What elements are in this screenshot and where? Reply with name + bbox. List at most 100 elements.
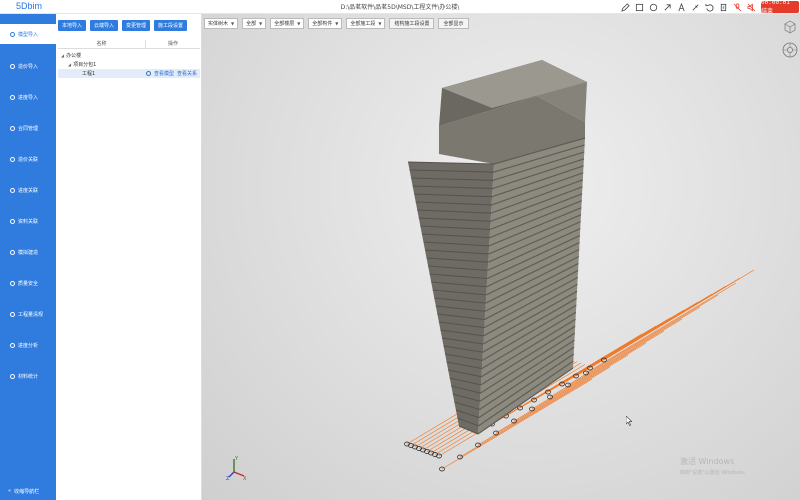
sidebar-item-schedule-link[interactable]: 进度关联 (0, 180, 56, 200)
tree-node-label: 项目分包1 (73, 62, 97, 68)
sidebar-item-label: 进度分析 (18, 342, 39, 349)
activation-watermark: 激活 Windows 转到"设置"以激活 Windows。 (680, 456, 800, 476)
watermark-title: 激活 Windows (680, 457, 735, 466)
expand-caret-icon[interactable]: ◢ (68, 62, 71, 67)
tree-node-label: 工程1 (82, 71, 96, 77)
dropdown-value: 全部构件 (312, 21, 333, 27)
floor-dropdown[interactable]: 全部楼层 ▼ (270, 18, 305, 29)
axis-label-z: Z (226, 476, 230, 480)
quantity-icon (10, 311, 15, 317)
tree-node-subcontract[interactable]: ◢ 项目分包1 (58, 60, 200, 69)
panel-toolbar: 本地导入 云端导入 变更管理 施工段设置 (58, 20, 188, 31)
session-timer-button[interactable]: 00:00:01 结束 (761, 0, 799, 15)
schedule-import-icon (10, 94, 15, 100)
pile-grid-line (603, 269, 755, 361)
view-relation-link[interactable]: 查看关系 (177, 70, 197, 77)
all-dropdown[interactable]: 全部 ▼ (242, 18, 267, 29)
watermark-subtitle: 转到"设置"以激活 Windows。 (680, 470, 749, 476)
circle-icon[interactable] (649, 3, 658, 12)
arrow-icon[interactable] (663, 3, 672, 12)
app-window: 5Dbim D:\品茗软件\品茗5D\MSD\工程文件\办公楼\ 00:00:0… (0, 0, 800, 500)
navigation-wheel-icon[interactable] (782, 42, 798, 58)
simulation-icon (10, 249, 15, 255)
sidebar-item-quantity[interactable]: 工程量清规 (0, 304, 56, 324)
quality-safety-icon (10, 280, 15, 286)
schedule-link-icon (10, 187, 15, 193)
sidebar-item-label: 造价导入 (18, 63, 39, 70)
dropdown-value: 实体树木 (208, 21, 229, 27)
mic-muted-icon[interactable] (733, 2, 742, 12)
mouse-cursor-icon (626, 416, 632, 426)
dropdown-value: 全部楼层 (274, 21, 295, 27)
clear-icon[interactable] (719, 3, 728, 12)
axis-label-x: X (243, 476, 247, 480)
sidebar-item-schedule-analysis[interactable]: 进度分析 (0, 335, 56, 355)
sidebar-item-model-import[interactable]: 模型导入 (0, 24, 56, 44)
dropdown-arrow-icon: ▼ (378, 21, 382, 26)
collapse-sidebar-button[interactable]: « 收缩导航栏 (0, 484, 56, 498)
sidebar-item-label: 工程量清规 (18, 311, 44, 318)
entity-tree-dropdown[interactable]: 实体树木 ▼ (204, 18, 239, 29)
view-cube-icon[interactable] (784, 20, 796, 34)
tree-node-project[interactable]: 工程1 查看模型 查看关系 (58, 69, 200, 78)
tree-table-header: 名称 操作 (58, 40, 200, 49)
document-link-icon (10, 218, 15, 224)
sidebar-item-document-link[interactable]: 资料关联 (0, 211, 56, 231)
dropdown-arrow-icon: ▼ (335, 21, 339, 26)
dropdown-value: 全部 (246, 21, 257, 27)
material-icon (10, 373, 15, 379)
cost-link-icon (10, 156, 15, 162)
sidebar-nav: 模型导入 造价导入 进度导入 合同管理 造价关联 进度关联 资料关联 模拟建造 … (0, 14, 56, 500)
view-model-icon (146, 71, 151, 76)
schedule-analysis-icon (10, 342, 15, 348)
sidebar-item-label: 造价关联 (18, 156, 39, 163)
sidebar-item-label: 模拟建造 (18, 249, 39, 256)
dropdown-value: 全部施工段 (350, 21, 376, 27)
sidebar-item-schedule-import[interactable]: 进度导入 (0, 87, 56, 107)
column-header-name: 名称 (58, 40, 146, 48)
expand-caret-icon[interactable]: ◢ (61, 53, 64, 58)
sidebar-item-label: 资料关联 (18, 218, 39, 225)
pen-icon[interactable] (621, 2, 630, 12)
project-tree-panel: 本地导入 云端导入 变更管理 施工段设置 名称 操作 ◢ 办公楼 ◢ 项目分包1… (56, 14, 202, 500)
title-bar: 5Dbim D:\品茗软件\品茗5D\MSD\工程文件\办公楼\ 00:00:0… (0, 0, 800, 15)
cloud-import-button[interactable]: 云端导入 (90, 20, 119, 31)
filter-toolbar: 实体树木 ▼ 全部 ▼ 全部楼层 ▼ 全部构件 ▼ 全部施工段 ▼ 结构施工段设置 全部显… (204, 18, 469, 29)
tree-node-root[interactable]: ◢ 办公楼 (58, 51, 200, 60)
axis-label-y: Y (234, 456, 239, 462)
view-model-link[interactable]: 查看模型 (154, 70, 174, 77)
collapse-label: 收缩导航栏 (14, 488, 40, 495)
undo-icon[interactable] (705, 3, 714, 12)
axis-gizmo-icon: Y X Z (226, 456, 247, 480)
sidebar-item-material[interactable]: 材料统计 (0, 366, 56, 386)
model-viewport[interactable]: 实体树木 ▼ 全部 ▼ 全部楼层 ▼ 全部构件 ▼ 全部施工段 ▼ 结构施工段设置 全部显… (202, 14, 800, 500)
sidebar-item-label: 进度关联 (18, 187, 39, 194)
show-all-button[interactable]: 全部显示 (438, 18, 469, 29)
construction-section-settings-button[interactable]: 施工段设置 (154, 20, 188, 31)
text-icon[interactable] (677, 2, 686, 12)
brush-icon[interactable] (691, 3, 700, 12)
rectangle-icon[interactable] (635, 3, 644, 12)
pile-grid-line (567, 294, 719, 386)
sidebar-item-label: 材料统计 (18, 373, 39, 380)
change-management-button[interactable]: 变更管理 (122, 20, 151, 31)
column-header-operation: 操作 (167, 41, 178, 47)
sidebar-item-cost-link[interactable]: 造价关联 (0, 149, 56, 169)
sidebar-item-simulation[interactable]: 模拟建造 (0, 242, 56, 262)
double-chevron-left-icon: « (8, 488, 12, 494)
sidebar-item-label: 进度导入 (18, 94, 39, 101)
dropdown-arrow-icon: ▼ (231, 21, 235, 26)
building-model[interactable] (202, 14, 800, 500)
sidebar-item-cost-import[interactable]: 造价导入 (0, 56, 56, 76)
sidebar-item-quality-safety[interactable]: 质量安全 (0, 273, 56, 293)
sidebar-item-label: 合同管理 (18, 125, 39, 132)
structure-section-settings-button[interactable]: 结构施工段设置 (389, 18, 435, 29)
contract-icon (10, 125, 15, 131)
model-import-icon (10, 31, 15, 37)
sidebar-item-contract[interactable]: 合同管理 (0, 118, 56, 138)
local-import-button[interactable]: 本地导入 (58, 20, 87, 31)
construction-section-dropdown[interactable]: 全部施工段 ▼ (346, 18, 386, 29)
pile-grid-line (585, 282, 737, 374)
component-dropdown[interactable]: 全部构件 ▼ (308, 18, 343, 29)
speaker-muted-icon[interactable] (747, 2, 756, 12)
